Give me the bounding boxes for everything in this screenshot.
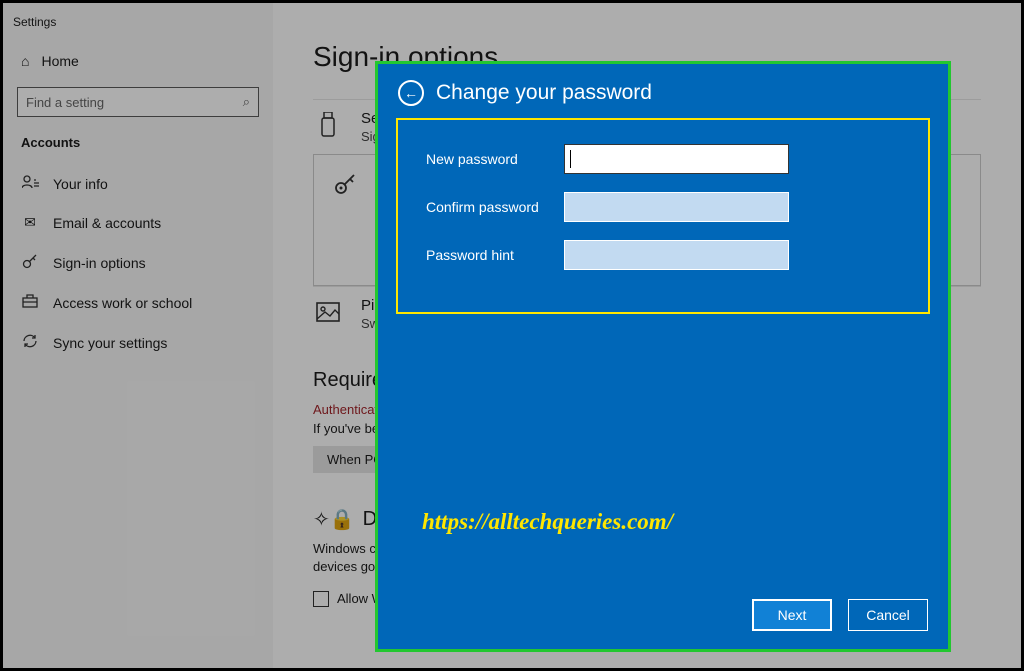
dialog-title: Change your password xyxy=(436,81,652,105)
sidebar-item-email[interactable]: ✉ Email & accounts xyxy=(3,203,273,242)
search-placeholder: Find a setting xyxy=(26,95,104,110)
key-icon xyxy=(21,253,39,272)
window-title: Settings xyxy=(3,11,273,47)
sidebar-item-label: Sign-in options xyxy=(53,255,146,271)
next-button[interactable]: Next xyxy=(752,599,832,631)
row-confirm-password: Confirm password xyxy=(426,192,910,222)
cancel-button[interactable]: Cancel xyxy=(848,599,928,631)
person-icon xyxy=(21,175,39,192)
sidebar-item-label: Your info xyxy=(53,176,108,192)
dialog-footer: Next Cancel xyxy=(398,599,928,631)
label-password-hint: Password hint xyxy=(426,247,556,263)
search-input[interactable]: Find a setting ⌕ xyxy=(17,87,259,117)
label-new-password: New password xyxy=(426,151,556,167)
mail-icon: ✉ xyxy=(21,214,39,231)
lock-sparkle-icon: ✧🔒 xyxy=(313,507,355,532)
sidebar-item-signin[interactable]: Sign-in options xyxy=(3,242,273,283)
back-button[interactable]: ← xyxy=(398,80,424,106)
new-password-input[interactable] xyxy=(564,144,789,174)
sidebar: Settings ⌂ Home Find a setting ⌕ Account… xyxy=(3,3,273,668)
sidebar-item-work[interactable]: Access work or school xyxy=(3,283,273,322)
sidebar-item-your-info[interactable]: Your info xyxy=(3,164,273,203)
sidebar-section-accounts: Accounts xyxy=(3,135,273,164)
sidebar-home-label: Home xyxy=(41,53,78,69)
sidebar-item-label: Access work or school xyxy=(53,295,192,311)
back-arrow-icon: ← xyxy=(404,85,418,101)
search-icon: ⌕ xyxy=(243,94,250,110)
sidebar-item-label: Sync your settings xyxy=(53,335,167,351)
form-highlight: New password Confirm password Password h… xyxy=(396,118,930,314)
home-icon: ⌂ xyxy=(21,53,29,69)
dialog-header: ← Change your password xyxy=(398,80,928,106)
password-hint-input[interactable] xyxy=(564,240,789,270)
checkbox[interactable] xyxy=(313,591,329,607)
key-large-icon xyxy=(330,169,360,199)
briefcase-icon xyxy=(21,294,39,311)
row-password-hint: Password hint xyxy=(426,240,910,270)
change-password-dialog: ← Change your password New password Conf… xyxy=(378,64,948,649)
watermark-text: https://alltechqueries.com/ xyxy=(422,509,928,535)
sidebar-item-sync[interactable]: Sync your settings xyxy=(3,322,273,363)
sidebar-home[interactable]: ⌂ Home xyxy=(3,47,273,87)
usb-icon xyxy=(313,110,343,140)
sync-icon xyxy=(21,333,39,352)
sidebar-item-label: Email & accounts xyxy=(53,215,161,231)
row-new-password: New password xyxy=(426,144,910,174)
picture-icon xyxy=(313,297,343,327)
label-confirm-password: Confirm password xyxy=(426,199,556,215)
confirm-password-input[interactable] xyxy=(564,192,789,222)
